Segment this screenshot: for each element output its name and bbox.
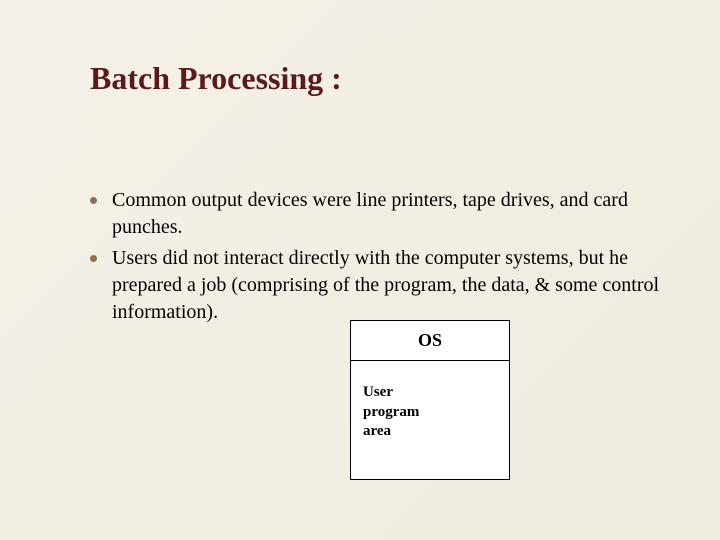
memory-diagram: OS User program area [350,320,510,480]
diagram-user-area-box: User program area [350,360,510,480]
diagram-label-line: User [363,383,497,403]
diagram-label-line: program [363,403,497,423]
bullet-item: Users did not interact directly with the… [90,245,660,326]
diagram-os-box: OS [350,320,510,360]
diagram-label-line: area [363,422,497,442]
bullet-item: Common output devices were line printers… [90,187,660,241]
slide: Batch Processing : Common output devices… [0,0,720,540]
bullet-list: Common output devices were line printers… [90,187,660,326]
slide-title: Batch Processing : [90,60,660,97]
